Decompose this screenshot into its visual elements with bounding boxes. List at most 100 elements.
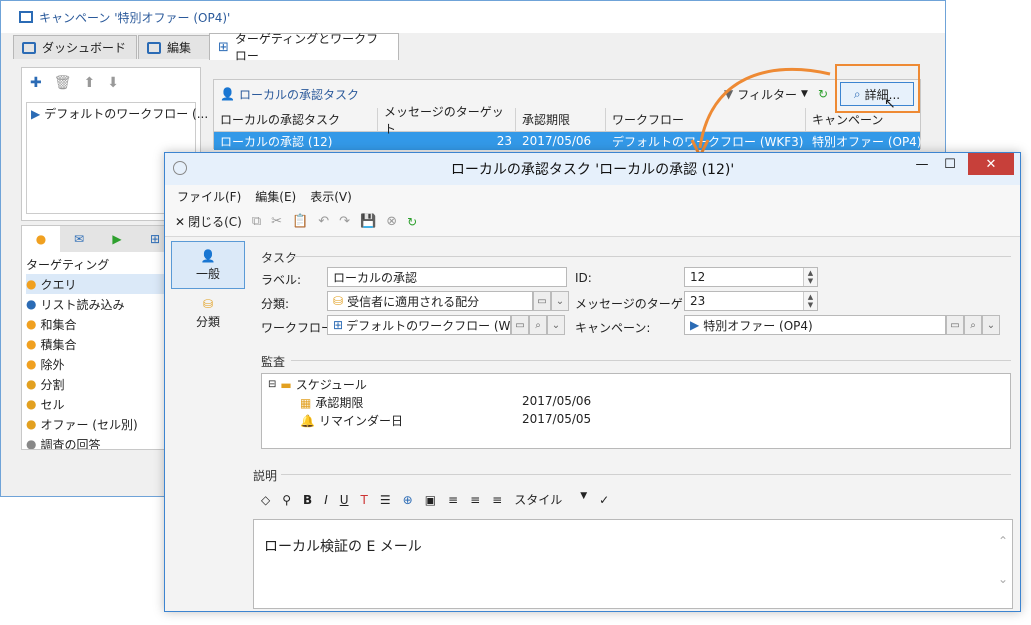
id-stepper[interactable]: ▲ ▼ (803, 268, 817, 286)
workflow-field[interactable]: ⊞ デフォルトのワークフロー (WKF3 ) (327, 315, 511, 335)
dialog-menubar: ファイル(F) 編集(E) 表示(V) (165, 185, 1020, 207)
folder-icon[interactable]: ▭ (511, 315, 529, 335)
scroll-up-icon[interactable]: ⌃ (998, 534, 1008, 548)
list-item[interactable]: ▶ デフォルトのワークフロー (... (31, 105, 208, 122)
chevron-down-icon[interactable]: ⌄ (551, 291, 569, 311)
task-dialog: ローカルの承認タスク 'ローカルの承認 (12)' — ☐ ✕ ファイル(F) … (164, 152, 1021, 612)
delete-icon[interactable]: 🗑 (54, 75, 72, 91)
flow-control-tab-icon[interactable]: ▶ (98, 226, 136, 252)
description-group-label: 説明 (253, 469, 278, 483)
tree-node-deadline-label: 承認期限 (315, 396, 364, 410)
category-icon: ⛁ (333, 294, 344, 308)
undo-icon[interactable]: ↶ (318, 214, 329, 229)
tab-edit[interactable]: 編集 (138, 35, 210, 59)
activity-icon: ● (26, 437, 37, 450)
cut-icon[interactable]: ✂ (271, 214, 282, 229)
label-field-value: ローカルの承認 (333, 270, 418, 285)
copy-icon[interactable]: ⧉ (252, 214, 261, 229)
refresh-icon[interactable]: ↻ (407, 215, 417, 229)
database-icon: ⛁ (202, 296, 214, 311)
column-header[interactable]: 承認期限 (516, 108, 606, 131)
underline-icon[interactable]: U (340, 493, 349, 507)
menu-view[interactable]: 表示(V) (310, 188, 352, 205)
close-button-label: 閉じる(C) (188, 215, 242, 229)
description-editor[interactable]: ローカル検証の E メール ⌃ ⌄ (253, 519, 1013, 609)
activity-icon: ● (26, 277, 37, 291)
bullet-list-icon[interactable]: ☰ (380, 493, 391, 507)
activity-label: 調査の回答 (40, 437, 101, 450)
target-field[interactable]: 23 ▲ ▼ (684, 291, 818, 311)
category-field-label: 分類: (261, 297, 290, 311)
user-task-icon: 👤 (220, 87, 235, 101)
category-field[interactable]: ⛁ 受信者に適用される配分 (327, 291, 533, 311)
style-dropdown[interactable]: スタイル ▼ (514, 491, 587, 508)
tree-node-deadline[interactable]: ▦ 承認期限 (300, 394, 363, 411)
maximize-icon[interactable]: ☐ (936, 153, 964, 175)
align-right-icon[interactable]: ≡ (492, 493, 502, 507)
folder-icon[interactable]: ▭ (533, 291, 551, 311)
column-header-label: ワークフロー (612, 113, 685, 127)
image-icon[interactable]: ▣ (425, 493, 436, 507)
chevron-down-icon: ▼ (580, 491, 588, 501)
search-icon[interactable]: ⌕ (529, 315, 547, 335)
folder-icon[interactable]: ▭ (946, 315, 964, 335)
chevron-down-icon[interactable]: ⌄ (982, 315, 1000, 335)
arrow-up-icon[interactable]: ⬆ (84, 75, 96, 91)
campaign-field[interactable]: ▶ 特別オファー (OP4) (684, 315, 946, 335)
add-icon[interactable]: ✚ (30, 75, 42, 91)
side-tab-general-label: 一般 (195, 266, 220, 281)
source-icon[interactable]: ◇ (261, 493, 270, 507)
id-field[interactable]: 12 ▲ ▼ (684, 267, 818, 287)
targeting-tab-icon[interactable]: ● (22, 226, 60, 252)
collapse-icon[interactable]: ⊟ (268, 379, 276, 390)
menu-file[interactable]: ファイル(F) (177, 188, 241, 205)
cancel-icon[interactable]: ⊗ (386, 214, 397, 229)
column-header[interactable]: ローカルの承認タスク (214, 108, 378, 131)
campaign-field-value: 特別オファー (OP4) (703, 318, 813, 333)
bell-icon: 🔔 (300, 413, 315, 428)
bold-icon[interactable]: B (303, 493, 312, 507)
text-color-icon[interactable]: T (361, 493, 368, 507)
redo-icon[interactable]: ↷ (339, 214, 350, 229)
column-header-label: ローカルの承認タスク (220, 113, 341, 127)
style-dropdown-label: スタイル (514, 493, 563, 507)
workflow-list-toolbar: ✚ 🗑 ⬆ ⬇ (22, 68, 200, 98)
side-tab-classification[interactable]: ⛁ 分類 (171, 289, 245, 337)
link-icon[interactable]: ⊕ (403, 493, 413, 507)
description-group-divider (281, 474, 1011, 475)
close-icon[interactable]: ✕ (968, 153, 1014, 175)
user-icon: 👤 (200, 248, 216, 263)
find-icon[interactable]: ⚲ (282, 493, 291, 507)
tab-targeting-workflow[interactable]: ⊞ ターゲティングとワークフロー (209, 32, 399, 63)
side-tab-general[interactable]: 👤 一般 (171, 241, 245, 289)
row-task: ローカルの承認 (12) (220, 134, 333, 149)
column-header[interactable]: メッセージのターゲット (378, 105, 516, 136)
app-icon (173, 161, 187, 175)
paste-icon[interactable]: 📋 (292, 214, 308, 229)
tab-dashboard[interactable]: ダッシュボード (13, 35, 137, 59)
message-tab-icon[interactable]: ✉ (60, 226, 98, 252)
spellcheck-icon[interactable]: ✓ (599, 493, 609, 507)
chevron-down-icon[interactable]: ⌄ (547, 315, 565, 335)
workflow-list-item-label: デフォルトのワークフロー (... (44, 107, 209, 121)
menu-edit[interactable]: 編集(E) (255, 188, 296, 205)
row-deadline: 2017/05/06 (522, 134, 592, 148)
label-field[interactable]: ローカルの承認 (327, 267, 567, 287)
close-button[interactable]: ✕ 閉じる(C) (175, 213, 242, 230)
tree-node-reminder[interactable]: 🔔 リマインダー日 (300, 412, 403, 429)
target-field-value: 23 (690, 294, 706, 308)
activity-icon: ● (26, 317, 37, 331)
align-center-icon[interactable]: ≡ (470, 493, 480, 507)
save-icon[interactable]: 💾 (360, 214, 376, 229)
arrow-down-icon[interactable]: ⬇ (107, 75, 119, 91)
id-field-label: ID: (575, 271, 592, 285)
align-left-icon[interactable]: ≡ (448, 493, 458, 507)
column-header-label: 承認期限 (522, 113, 571, 127)
target-stepper[interactable]: ▲ ▼ (803, 292, 817, 310)
dialog-titlebar: ローカルの承認タスク 'ローカルの承認 (12)' — ☐ ✕ (165, 153, 1020, 185)
scroll-down-icon[interactable]: ⌄ (998, 572, 1008, 586)
minimize-icon[interactable]: — (908, 153, 936, 175)
search-icon[interactable]: ⌕ (964, 315, 982, 335)
italic-icon[interactable]: I (324, 493, 328, 507)
tree-node-schedule[interactable]: ⊟ ▬ スケジュール (268, 376, 367, 393)
